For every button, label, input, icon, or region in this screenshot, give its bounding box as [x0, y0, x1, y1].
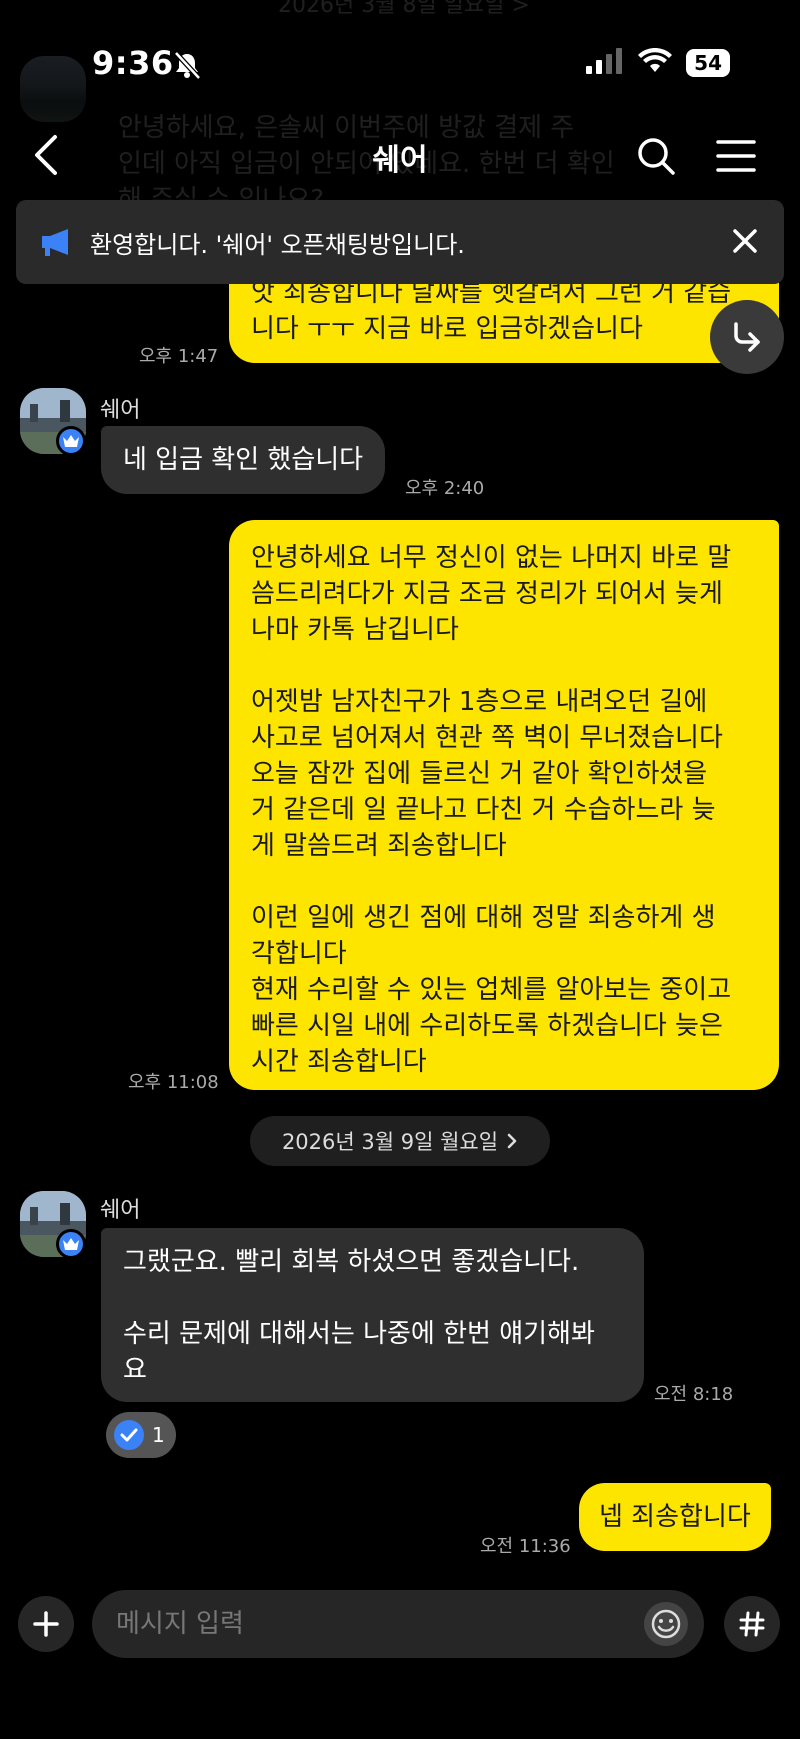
crown-icon — [63, 435, 79, 447]
sender-name: 쉐어 — [100, 1198, 141, 1223]
search-icon — [638, 138, 675, 175]
host-badge — [56, 1229, 86, 1259]
share-button[interactable] — [710, 300, 784, 374]
crown-icon — [63, 1238, 79, 1250]
date-divider[interactable]: 2026년 3월 9일 월요일 — [250, 1116, 550, 1166]
message-timestamp: 오전 11:36 — [480, 1536, 571, 1557]
search-button[interactable] — [634, 134, 678, 178]
my-message-bubble[interactable]: 안녕하세요 너무 정신이 없는 나머지 바로 말 씀드리려다가 지금 조금 정리… — [229, 520, 779, 1090]
host-badge — [56, 426, 86, 456]
notice-text: 환영합니다. '쉐어' 오픈채팅방입니다. — [90, 230, 465, 259]
close-notice-button[interactable] — [730, 226, 760, 256]
their-message-bubble[interactable]: 네 입금 확인 했습니다 — [101, 426, 386, 494]
hashtag-icon — [739, 1611, 765, 1637]
message-timestamp: 오후 2:40 — [405, 478, 485, 499]
chat-room-title: 쉐어 — [372, 143, 428, 178]
chevron-right-icon — [507, 1133, 517, 1149]
close-icon — [733, 229, 757, 253]
reaction-count: 1 — [152, 1423, 165, 1447]
megaphone-icon — [40, 227, 74, 257]
their-message-bubble[interactable]: 그랬군요. 빨리 회복 하셨으면 좋겠습니다. 수리 문제에 대해서는 나중에 … — [101, 1228, 644, 1402]
date-divider-text: 2026년 3월 9일 월요일 — [281, 1130, 499, 1154]
status-time: 9:36 — [92, 44, 174, 82]
message-timestamp: 오후 1:47 — [139, 346, 219, 367]
background-avatar — [20, 56, 86, 122]
emoji-icon — [651, 1609, 681, 1639]
background-date-divider: 2026년 3월 8일 일요일 > — [278, 0, 530, 18]
message-input[interactable] — [116, 1609, 596, 1639]
sender-name: 쉐어 — [100, 398, 141, 423]
wifi-icon — [638, 47, 673, 78]
hamburger-menu-icon — [716, 140, 756, 172]
reaction-badge[interactable]: 1 — [106, 1412, 176, 1458]
status-indicators: 54 — [586, 47, 730, 78]
message-timestamp: 오전 8:18 — [654, 1384, 734, 1405]
plus-icon — [33, 1611, 59, 1637]
silent-bell-icon — [172, 50, 202, 84]
check-icon — [114, 1420, 144, 1450]
signal-icon — [586, 48, 624, 78]
my-message-bubble[interactable]: 넵 죄송합니다 — [579, 1483, 771, 1551]
message-timestamp: 오후 11:08 — [128, 1072, 219, 1093]
menu-button[interactable] — [714, 134, 758, 178]
emoji-button[interactable] — [644, 1602, 688, 1646]
battery-indicator: 54 — [686, 49, 730, 77]
notice-banner[interactable]: 환영합니다. '쉐어' 오픈채팅방입니다. — [16, 200, 784, 284]
hashtag-button[interactable] — [724, 1596, 780, 1652]
attach-button[interactable] — [18, 1596, 74, 1652]
message-input-container[interactable] — [92, 1590, 704, 1658]
share-arrow-icon — [734, 322, 760, 352]
